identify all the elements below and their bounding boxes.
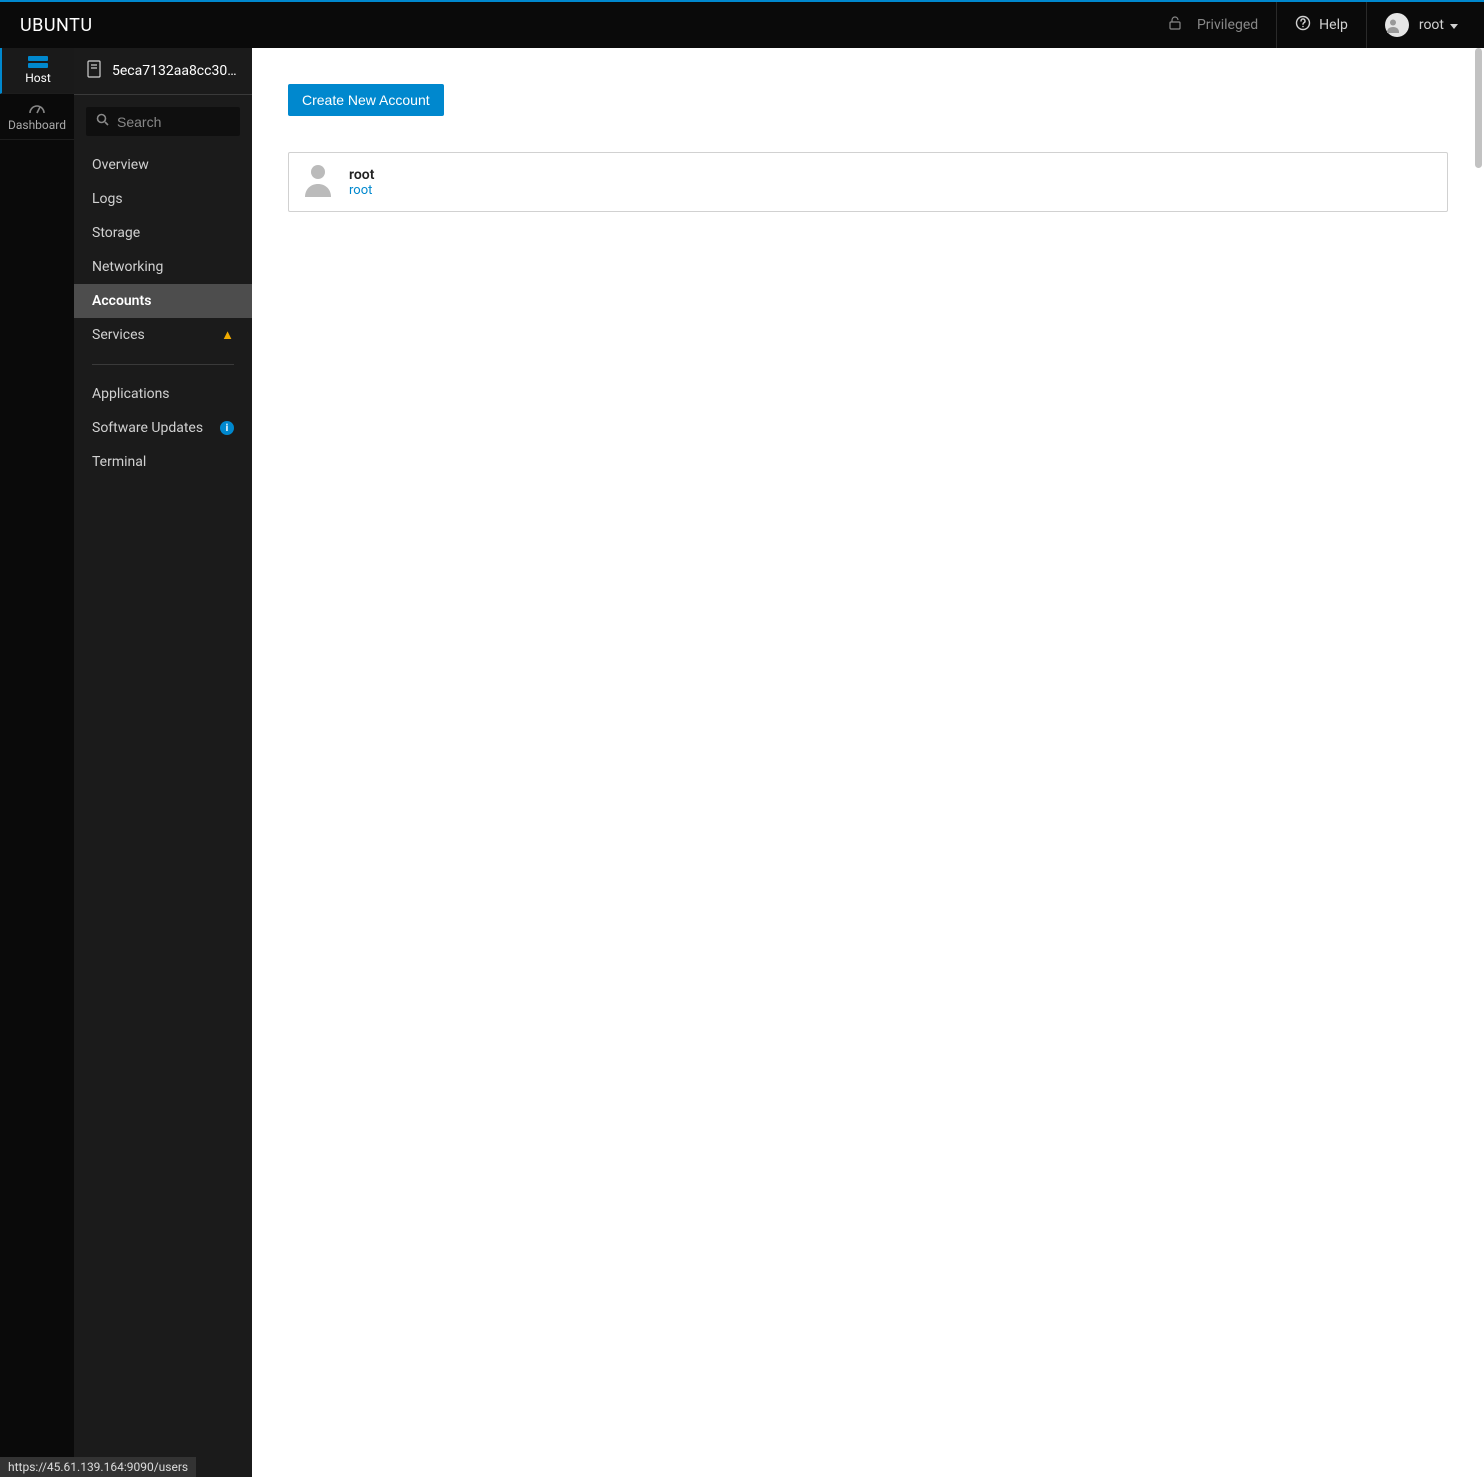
lock-unlocked-icon (1169, 16, 1189, 34)
sidebar-item-label: Storage (92, 225, 140, 241)
topbar: UBUNTU Privileged Help (0, 0, 1484, 48)
sidebar-item-label: Software Updates (92, 420, 203, 436)
sidebar: 5eca7132aa8cc30001a... Overview (74, 48, 252, 1477)
nav-rail-dashboard-label: Dashboard (8, 118, 66, 132)
privileged-label: Privileged (1197, 17, 1258, 33)
caret-down-icon (1450, 17, 1466, 33)
privileged-indicator: Privileged (1151, 2, 1276, 48)
account-row[interactable]: root root (288, 152, 1448, 212)
warning-icon: ▲ (221, 327, 234, 343)
sidebar-item-label: Accounts (92, 293, 151, 309)
sidebar-item-label: Terminal (92, 454, 146, 470)
sidebar-item-label: Overview (92, 157, 149, 173)
sidebar-item-label: Services (92, 327, 145, 343)
dashboard-icon (28, 101, 46, 115)
sidebar-item-software-updates[interactable]: Software Updates i (74, 411, 252, 445)
search-icon (96, 113, 109, 130)
sidebar-item-terminal[interactable]: Terminal (74, 445, 252, 479)
avatar-icon (1385, 13, 1409, 37)
breadcrumb[interactable]: 5eca7132aa8cc30001a... (74, 48, 252, 95)
host-icon (86, 60, 102, 82)
sidebar-menu: Overview Logs Storage Networking Account… (74, 148, 252, 479)
sidebar-item-logs[interactable]: Logs (74, 182, 252, 216)
nav-rail: Host Dashboard (0, 48, 74, 1477)
help-label: Help (1319, 17, 1348, 33)
nav-rail-host[interactable]: Host (0, 48, 74, 94)
breadcrumb-hostname: 5eca7132aa8cc30001a... (112, 63, 240, 79)
menu-divider (92, 364, 234, 365)
search-box[interactable] (86, 107, 240, 136)
sidebar-item-label: Networking (92, 259, 163, 275)
search-input[interactable] (117, 114, 230, 130)
sidebar-item-storage[interactable]: Storage (74, 216, 252, 250)
sidebar-item-accounts[interactable]: Accounts (74, 284, 252, 318)
brand-logo: UBUNTU (0, 2, 113, 48)
sidebar-item-services[interactable]: Services ▲ (74, 318, 252, 352)
nav-rail-dashboard[interactable]: Dashboard (0, 94, 74, 140)
info-icon: i (220, 421, 234, 435)
scrollbar[interactable] (1475, 48, 1482, 168)
sidebar-item-label: Logs (92, 191, 123, 207)
main-content: Create New Account root root (252, 48, 1484, 1477)
sidebar-item-applications[interactable]: Applications (74, 377, 252, 411)
help-icon (1295, 15, 1319, 35)
account-login-link[interactable]: root (349, 183, 374, 198)
sidebar-item-networking[interactable]: Networking (74, 250, 252, 284)
sidebar-item-overview[interactable]: Overview (74, 148, 252, 182)
account-name: root (349, 167, 374, 183)
user-label: root (1419, 17, 1444, 33)
user-avatar-icon (303, 163, 333, 201)
help-button[interactable]: Help (1276, 2, 1366, 48)
status-bar-url: https://45.61.139.164:9090/users (0, 1457, 196, 1477)
user-menu[interactable]: root (1366, 2, 1484, 48)
create-account-button[interactable]: Create New Account (288, 84, 444, 116)
server-icon (28, 56, 48, 68)
sidebar-item-label: Applications (92, 386, 170, 402)
nav-rail-host-label: Host (25, 71, 51, 85)
